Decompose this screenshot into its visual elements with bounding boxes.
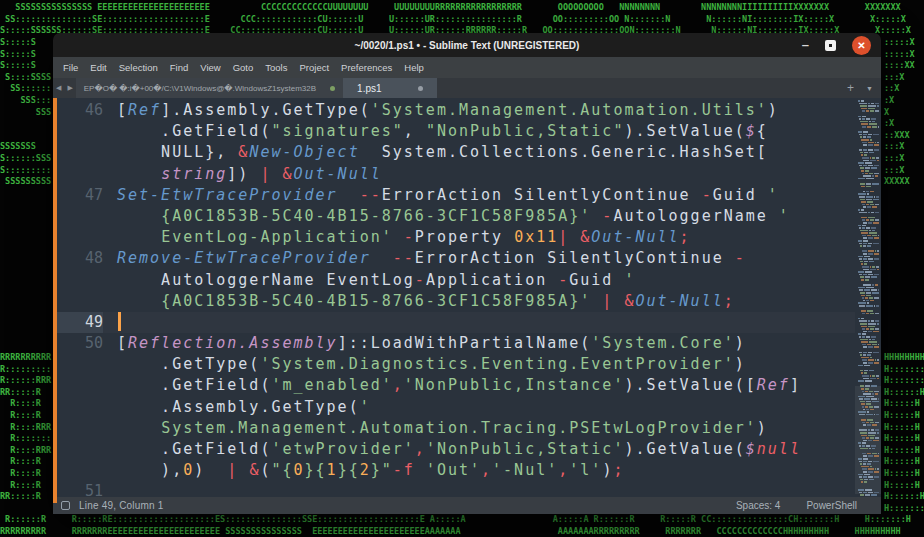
code-line-51: 51	[57, 481, 855, 497]
tabbar-actions: + ▼	[847, 78, 873, 98]
code-line-wrap: {A0C1853B-5C40-4B15-8766-3CF1C58F985A}' …	[57, 291, 855, 312]
menu-view[interactable]: View	[194, 62, 226, 73]
new-tab-button[interactable]: +	[847, 81, 854, 95]
minimap[interactable]	[855, 98, 881, 497]
code-editor[interactable]: 46[Ref].Assembly.GetType('System.Managem…	[53, 98, 881, 497]
code-line-46: 46[Ref].Assembly.GetType('System.Managem…	[57, 100, 855, 121]
menu-preferences[interactable]: Preferences	[335, 62, 398, 73]
window-title: ~/0020/1.ps1 • - Sublime Text (UNREGISTE…	[53, 33, 881, 57]
code-line-wrap: .GetField("signatures", "NonPublic,Stati…	[57, 121, 855, 142]
code-line-47: 47Set-EtwTraceProvider --ErrorAction Sil…	[57, 185, 855, 206]
ascii-left-bottom: RRRRRRRRRR R::::::::: R::::::RRR RR:::::…	[0, 352, 51, 503]
close-dot-icon	[418, 86, 423, 91]
menu-bar: FileEditSelectionFindViewGotoToolsProjec…	[53, 57, 881, 78]
tab-1ps1[interactable]: 1.ps1	[343, 78, 436, 98]
tab-windows-file[interactable]: EP�O� �:i�+00�/C:\V1Windows@�.WindowsZ1s…	[76, 78, 343, 98]
ascii-top: SSSSSSSSSSSSSSS EEEEEEEEEEEEEEEEEEEEEE C…	[0, 2, 911, 37]
tab-label: EP�O� �:i�+00�/C:\V1Windows@�.WindowsZ1s…	[84, 84, 316, 93]
menu-goto[interactable]: Goto	[227, 62, 260, 73]
tab-overflow-button[interactable]: ▼	[866, 85, 873, 92]
code-line-wrap: .GetField('m_enabled','NonPublic,Instanc…	[57, 375, 855, 396]
code-line-wrap: string]) | &Out-Null	[57, 164, 855, 185]
menu-selection[interactable]: Selection	[113, 62, 164, 73]
vintage-mode-icon[interactable]	[61, 501, 70, 510]
text-caret	[118, 312, 121, 331]
menu-file[interactable]: File	[57, 62, 84, 73]
terminal-background: SSSSSSSSSSSSSSS EEEEEEEEEEEEEEEEEEEEEE C…	[0, 0, 924, 537]
tab-scroll-right-icon[interactable]: ▶	[64, 78, 75, 98]
ascii-right-top: :::::X :::::X ::::XX :::X ::X :X X :X ::…	[884, 37, 915, 188]
code-line-48: 48Remove-EtwTraceProvider --ErrorAction …	[57, 248, 855, 269]
code-line-wrap: {A0C1853B-5C40-4B15-8766-3CF1C58F985A}' …	[57, 206, 855, 227]
close-button[interactable]: ✕	[852, 36, 871, 55]
code-line-50: 50[Reflection.Assembly]::LoadWithPartial…	[57, 333, 855, 354]
sublime-window: ~/0020/1.ps1 • - Sublime Text (UNREGISTE…	[53, 33, 881, 514]
minimize-button[interactable]: –	[802, 40, 809, 50]
window-titlebar[interactable]: ~/0020/1.ps1 • - Sublime Text (UNREGISTE…	[53, 33, 881, 57]
cursor-position-label: Line 49, Column 1	[79, 500, 164, 511]
code-line-wrap: .GetType('System.Diagnostics.Eventing.Ev…	[57, 354, 855, 375]
code-line-wrap: EventLog-Application' -Property 0x11| &O…	[57, 227, 855, 248]
code-line-49: 49	[57, 312, 855, 333]
menu-help[interactable]: Help	[398, 62, 430, 73]
code-area[interactable]: 46[Ref].Assembly.GetType('System.Managem…	[57, 100, 855, 497]
maximize-button[interactable]	[825, 40, 836, 51]
code-line-wrap: AutologgerName EventLog-Application -Gui…	[57, 270, 855, 291]
indentation-setting[interactable]: Spaces: 4	[736, 500, 780, 511]
tab-scroll-left-icon[interactable]: ◀	[53, 78, 64, 98]
ascii-left-top: S:::::S S:::::S S:::::S S::::SSSS SS::::…	[0, 37, 51, 188]
menu-project[interactable]: Project	[293, 62, 335, 73]
modified-dot-icon	[330, 86, 335, 91]
code-line-wrap: ),0) | &("{0}{1}{2}"-f 'Out','-Nul','l')…	[57, 460, 855, 481]
code-line-wrap: .GetField('etwProvider','NonPublic,Stati…	[57, 439, 855, 460]
menu-edit[interactable]: Edit	[84, 62, 112, 73]
ascii-right-bottom: HHHHHHHHH H:::::::H H:::::::H H::::::HH …	[884, 352, 924, 514]
tab-bar: ◀ ▶ EP�O� �:i�+00�/C:\V1Windows@�.Window…	[53, 78, 881, 98]
code-line-wrap: System.Management.Automation.Tracing.PSE…	[57, 418, 855, 439]
tab-label: 1.ps1	[357, 83, 381, 94]
status-bar: Line 49, Column 1 Spaces: 4 PowerShell	[53, 497, 881, 514]
menu-tools[interactable]: Tools	[259, 62, 293, 73]
ascii-bottom: R::::::R R:::::RE::::::::::::::::::::ES:…	[0, 514, 911, 537]
status-right: Spaces: 4 PowerShell	[736, 500, 881, 511]
code-line-wrap: .Assembly.GetType('	[57, 397, 855, 418]
syntax-setting[interactable]: PowerShell	[806, 500, 857, 511]
code-line-wrap: NULL}, &New-Object System.Collections.Ge…	[57, 142, 855, 163]
menu-find[interactable]: Find	[164, 62, 194, 73]
window-controls: – ✕	[802, 33, 871, 57]
